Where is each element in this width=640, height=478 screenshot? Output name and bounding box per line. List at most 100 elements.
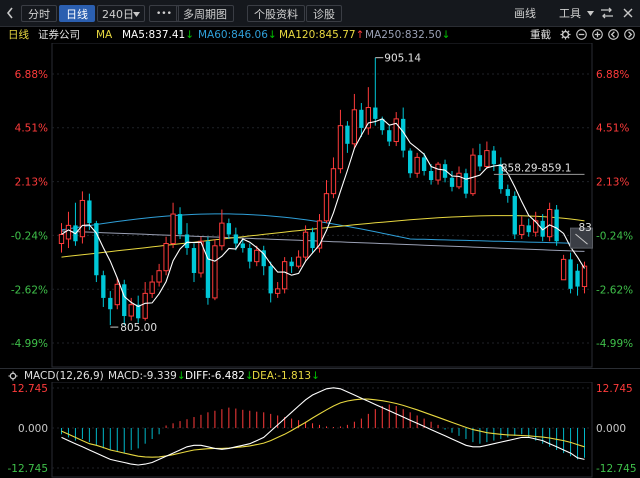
macd-frame (51, 382, 593, 478)
y-tick-right: -0.24% (596, 230, 633, 242)
tab-timeshare[interactable]: 分时 (21, 5, 57, 22)
stock-info-button[interactable]: 个股资料 (247, 5, 305, 22)
candle-body (546, 209, 553, 238)
candle-body (163, 243, 169, 272)
candle-body (456, 172, 462, 188)
candle-body (408, 150, 413, 174)
candle-body (484, 150, 490, 167)
candle-body (101, 275, 106, 298)
ma5-line (61, 118, 585, 308)
macd-chart[interactable]: 12.745 12.745 0.000 0.000 -12.745 -12.745 (0, 382, 640, 478)
candle-body (177, 214, 183, 235)
close-button[interactable] (622, 7, 634, 24)
chart-frame (51, 43, 593, 368)
ma60-line (61, 213, 585, 244)
top-toolbar: 分时 日线 240日 ••• 多周期图 个股资料 诊股 画线 工具 (0, 0, 640, 27)
candle-body (512, 195, 517, 235)
y-tick-right: -4.99% (596, 338, 633, 350)
ma250-value: MA250:832.50↓ (365, 29, 451, 41)
candle-body (435, 163, 441, 181)
candle-body (142, 292, 148, 319)
candle-body (170, 213, 176, 245)
draw-line-button[interactable]: 画线 (514, 5, 536, 22)
reset-button[interactable]: 重截 (530, 27, 551, 43)
arrow-left-circle-icon (608, 29, 619, 40)
gear-icon (8, 371, 18, 381)
candle-body (128, 304, 134, 317)
macd-y-tick-left: 0.000 (18, 423, 48, 435)
candle-body (323, 193, 330, 222)
dea-value: DEA:-1.813↓ (252, 370, 320, 382)
candle-body (219, 222, 225, 247)
candle-body (393, 118, 399, 143)
high-label: 905.14 (384, 53, 421, 65)
macd-y-tick-right: -12.745 (596, 463, 637, 475)
candle-body (289, 261, 294, 267)
candle-body (519, 224, 525, 235)
candle-body (281, 261, 288, 290)
candle-body (254, 249, 260, 263)
candle-body (477, 155, 483, 167)
candle-body (65, 224, 72, 240)
candle-body (122, 284, 127, 317)
caret-down-icon (133, 12, 140, 17)
candle-body (58, 233, 65, 245)
candle-body (240, 243, 245, 249)
candle-body (414, 156, 420, 174)
candle-body (387, 130, 392, 142)
candle-body (526, 225, 531, 233)
tools-menu[interactable]: 工具 (559, 5, 594, 22)
caret-down-icon (586, 11, 594, 16)
candle-body (359, 109, 364, 128)
ma5-value: MA5:837.41↓ (122, 29, 195, 41)
gear-icon (560, 29, 571, 40)
candle-body (87, 200, 92, 224)
candle-body (560, 258, 567, 281)
macd-y-tick-right: 12.745 (596, 383, 633, 395)
candle-body (310, 232, 315, 249)
candle-body (114, 283, 120, 306)
candle-body (428, 170, 434, 181)
diff-line (61, 387, 585, 466)
diagnose-button[interactable]: 诊股 (306, 5, 342, 22)
ma60-value: MA60:846.06↓ (198, 29, 277, 41)
multi-period-button[interactable]: 多周期图 (176, 5, 234, 22)
candle-body (568, 259, 573, 289)
candle-body (226, 223, 232, 235)
diff-value: DIFF:-6.482↓ (185, 370, 254, 382)
candle-body (79, 199, 86, 238)
y-tick-right: 2.13% (596, 177, 629, 189)
candle-body (554, 209, 559, 242)
candle-body (108, 297, 113, 310)
candle-body (268, 266, 273, 294)
more-button[interactable]: ••• (149, 5, 179, 22)
period-select[interactable]: 240日 (97, 5, 145, 22)
y-tick-left: -4.99% (11, 338, 48, 350)
swap-button[interactable] (600, 7, 614, 24)
tab-daily[interactable]: 日线 (59, 5, 95, 22)
candle-body (156, 270, 162, 283)
tools-label: 工具 (559, 7, 581, 20)
macd-y-tick-right: 0.000 (596, 423, 626, 435)
y-tick-left: 4.51% (15, 123, 48, 135)
y-tick-right: 4.51% (596, 123, 629, 135)
candle-body (212, 245, 218, 299)
macd-y-tick-left: -12.745 (7, 463, 48, 475)
period-label: 日线 (8, 29, 29, 41)
cursor-value: 83 (579, 222, 592, 234)
chevron-left-icon (6, 7, 13, 19)
low-label: 805.00 (120, 322, 157, 334)
candle-body (295, 256, 302, 267)
candle-body (184, 234, 190, 249)
y-tick-left: 6.88% (15, 69, 48, 81)
minus-circle-icon (576, 29, 587, 40)
y-tick-left: -2.62% (11, 284, 48, 296)
stock-name: 证券公司 (38, 29, 80, 41)
candle-body (345, 125, 350, 144)
candle-body (351, 109, 358, 145)
macd-value: MACD:-9.339↓ (108, 370, 186, 382)
kline-chart[interactable]: 6.88% 6.88% 4.51% 4.51% 2.13% 2.13% -0.24% -0.2… (0, 43, 640, 368)
close-icon (623, 8, 633, 18)
arrow-right-circle-icon (624, 29, 635, 40)
ma-info-bar: 日线 证券公司 MA MA5:837.41↓ MA60:846.06↓ MA12… (0, 27, 640, 43)
